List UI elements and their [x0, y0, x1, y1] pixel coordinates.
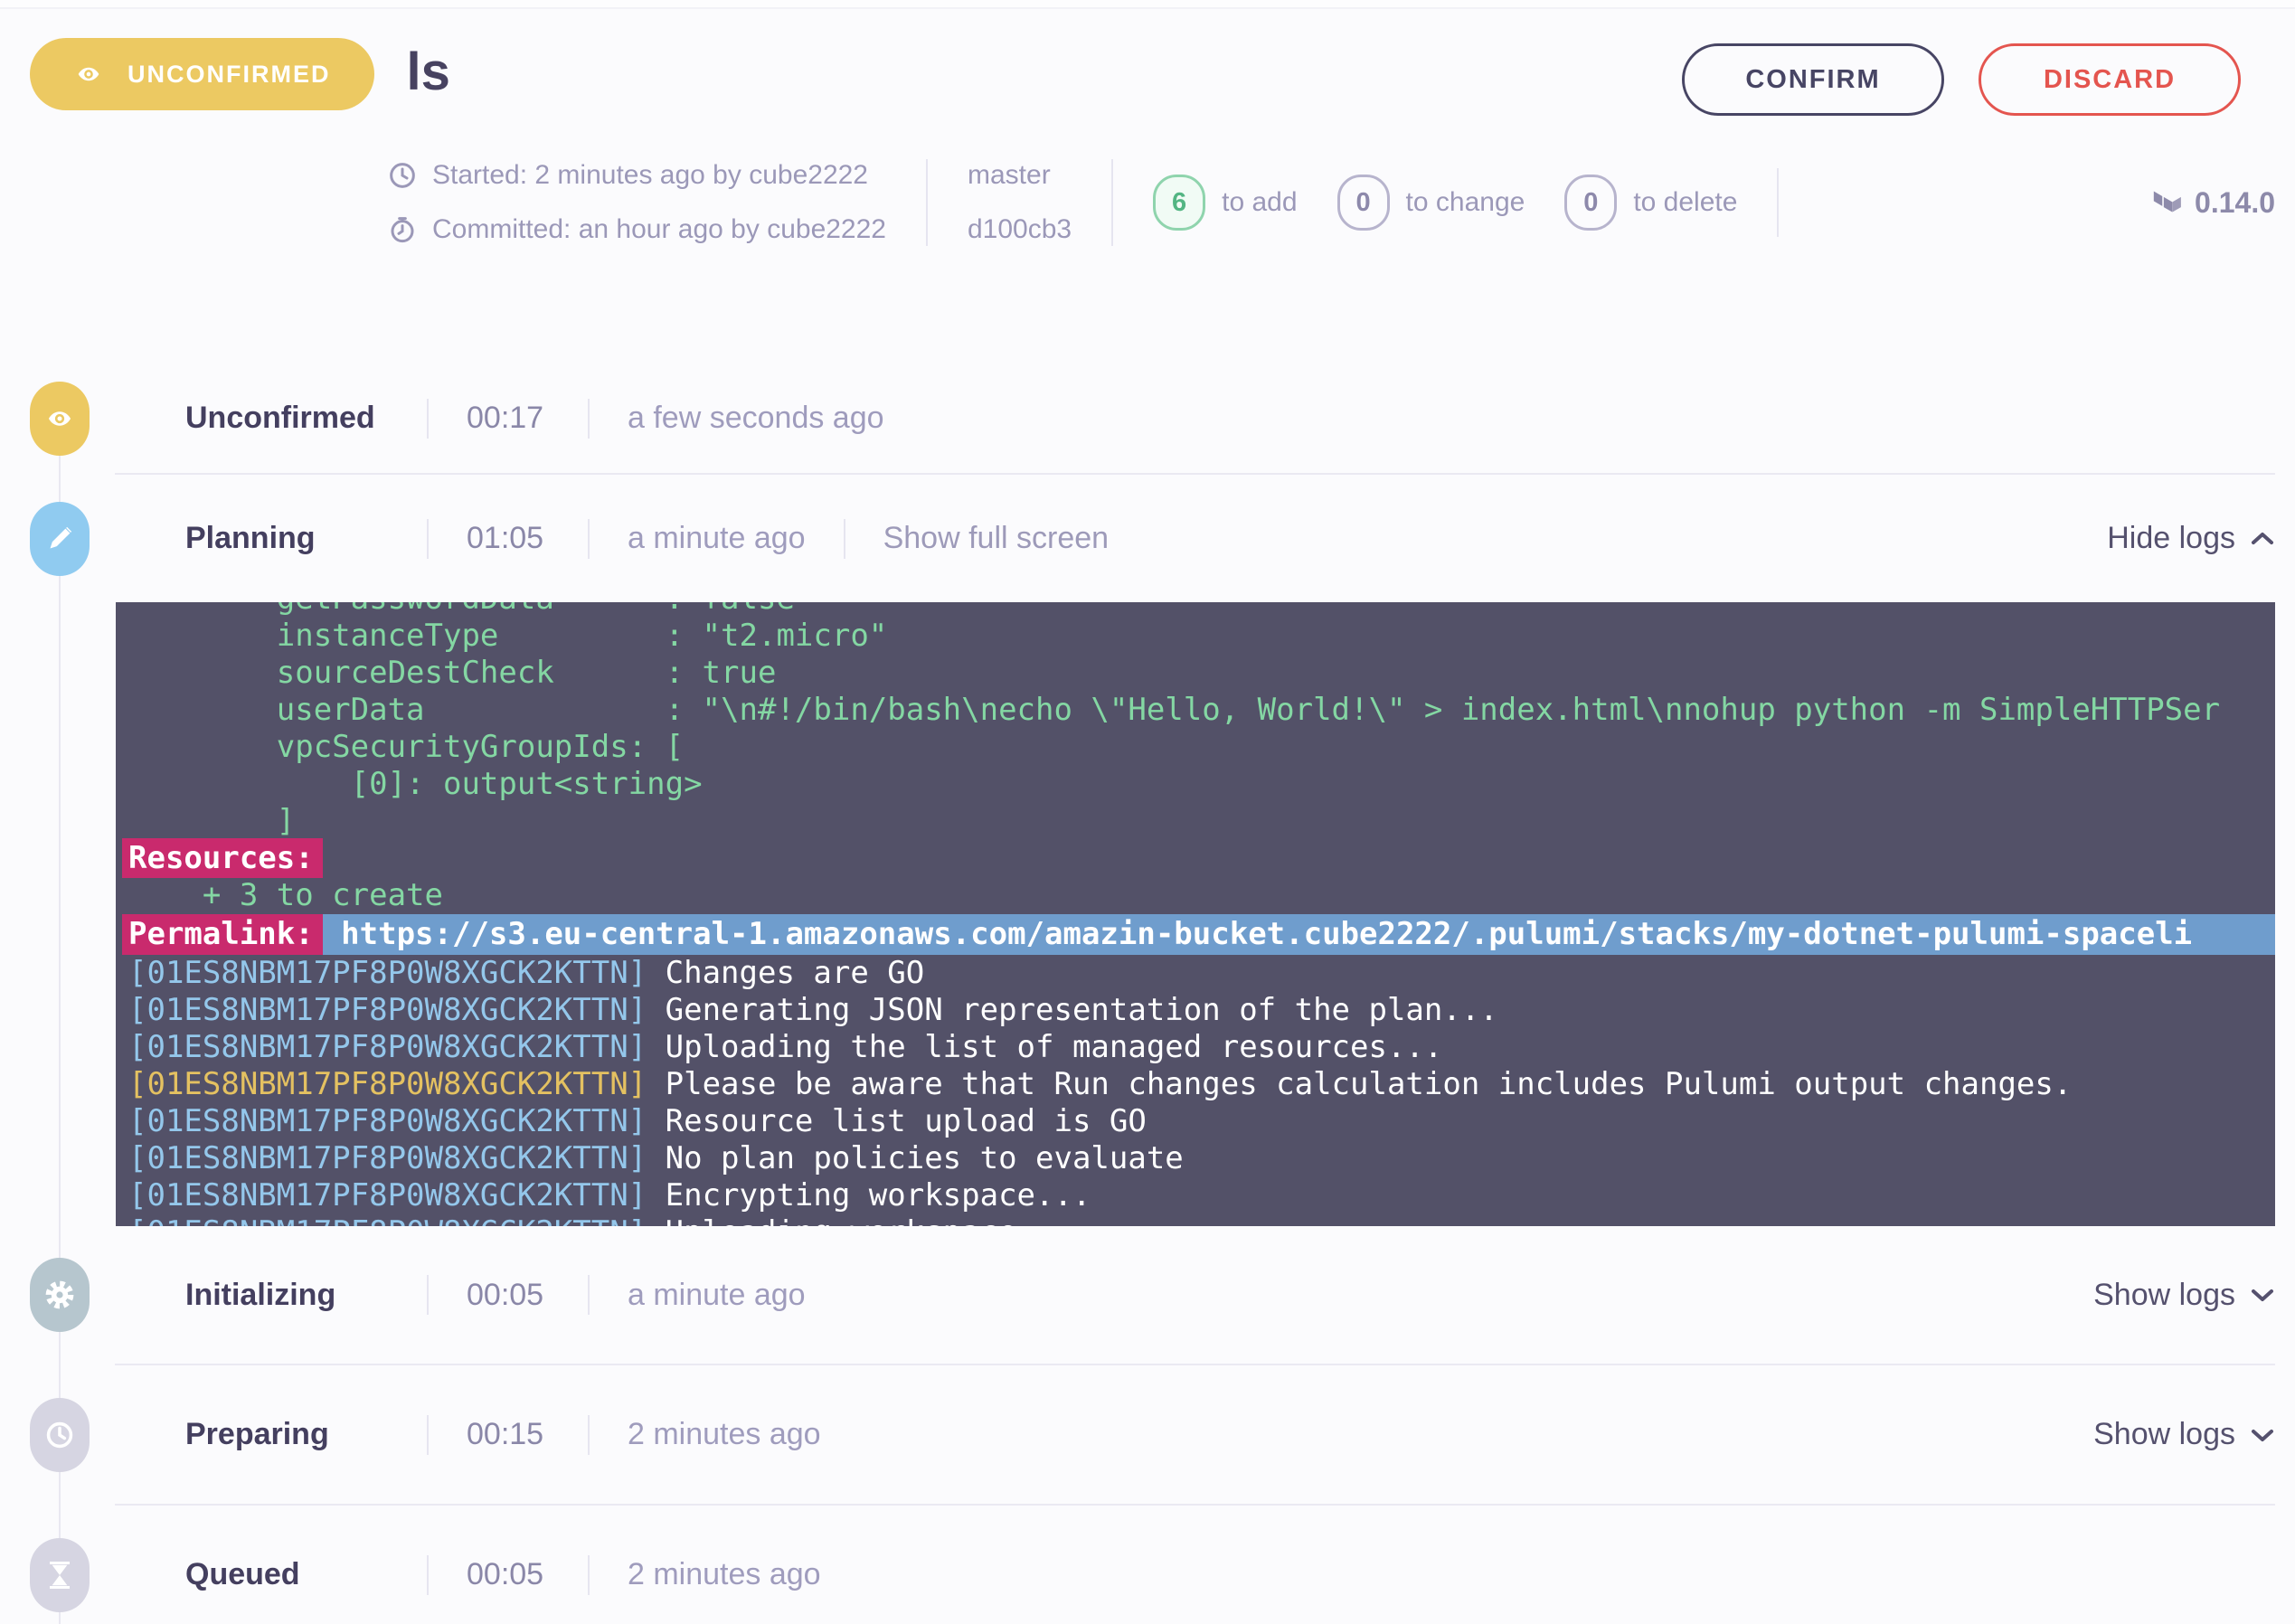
delete-count-badge: 0: [1564, 175, 1617, 231]
stage-timestamp: a minute ago: [628, 1278, 806, 1313]
clock-icon: [389, 162, 416, 189]
eye-icon: [73, 61, 104, 88]
status-badge: UNCONFIRMED: [30, 38, 374, 110]
stage-duration: 01:05: [467, 521, 550, 556]
started-line: Started: 2 minutes ago by cube2222: [389, 160, 886, 191]
stopwatch-icon: [389, 216, 416, 243]
change-count-badge: 0: [1337, 175, 1390, 231]
changes-to-add: 6 to add: [1153, 175, 1297, 231]
header-actions: CONFIRM DISCARD: [1682, 43, 2241, 116]
divider: [588, 1275, 590, 1315]
stage-row-preparing: Preparing 00:15 2 minutes ago Show logs: [0, 1365, 2295, 1504]
change-count-label: to change: [1406, 187, 1525, 218]
gear-stage-icon: [30, 1258, 90, 1332]
commit-sha: d100cb3: [968, 214, 1072, 245]
hide-logs-link[interactable]: Hide logs: [2107, 521, 2275, 556]
stage-duration: 00:17: [467, 401, 550, 436]
changes-to-change: 0 to change: [1337, 175, 1525, 231]
stage-duration: 00:15: [467, 1417, 550, 1452]
divider: [1111, 159, 1113, 246]
stage-row-planning: Planning 01:05 a minute ago Show full sc…: [0, 475, 2295, 602]
divider: [427, 1275, 429, 1315]
add-count-badge: 6: [1153, 175, 1205, 231]
committed-line: Committed: an hour ago by cube2222: [389, 214, 886, 245]
divider: [588, 1555, 590, 1595]
pencil-stage-icon: [30, 502, 90, 576]
confirm-button[interactable]: CONFIRM: [1682, 43, 1944, 116]
top-strip: [0, 0, 2295, 9]
terraform-version-number: 0.14.0: [2195, 186, 2275, 220]
branch-name: master: [968, 160, 1051, 191]
divider: [427, 1555, 429, 1595]
divider: [588, 399, 590, 439]
stage-timestamp: 2 minutes ago: [628, 1557, 821, 1592]
show-full-screen-link[interactable]: Show full screen: [883, 521, 1109, 556]
run-meta: Started: 2 minutes ago by cube2222 Commi…: [0, 116, 2295, 246]
show-logs-label: Show logs: [2093, 1278, 2235, 1313]
stage-row-queued: Queued 00:05 2 minutes ago: [0, 1506, 2295, 1624]
run-header: UNCONFIRMED ls CONFIRM DISCARD: [0, 9, 2295, 116]
stage-timestamp: a few seconds ago: [628, 401, 884, 436]
stage-duration: 00:05: [467, 1278, 550, 1313]
chevron-up-icon: [2250, 531, 2275, 547]
show-logs-link-initializing[interactable]: Show logs: [2093, 1278, 2275, 1313]
git-info: master d100cb3: [968, 160, 1072, 245]
stage-duration: 00:05: [467, 1557, 550, 1592]
started-text: Started: 2 minutes ago by cube2222: [432, 160, 868, 191]
show-logs-link-preparing[interactable]: Show logs: [2093, 1417, 2275, 1452]
stage-name: Planning: [185, 521, 389, 556]
eye-stage-icon: [30, 382, 90, 456]
changes-to-delete: 0 to delete: [1564, 175, 1737, 231]
terraform-version: 0.14.0: [2153, 186, 2275, 220]
divider: [844, 519, 845, 559]
stage-timestamp: a minute ago: [628, 521, 806, 556]
add-count-label: to add: [1222, 187, 1297, 218]
committed-text: Committed: an hour ago by cube2222: [432, 214, 886, 245]
divider: [588, 1415, 590, 1455]
hide-logs-label: Hide logs: [2107, 521, 2235, 556]
page-title: ls: [407, 42, 450, 102]
delete-count-label: to delete: [1633, 187, 1737, 218]
stage-timestamp: 2 minutes ago: [628, 1417, 821, 1452]
hourglass-stage-icon: [30, 1538, 90, 1612]
stage-name: Unconfirmed: [185, 401, 389, 436]
divider: [1777, 168, 1779, 237]
divider: [427, 1415, 429, 1455]
show-logs-label: Show logs: [2093, 1417, 2235, 1452]
clock-stage-icon: [30, 1398, 90, 1472]
divider: [926, 159, 928, 246]
terminal-log[interactable]: getPasswordData : false instanceType : "…: [116, 602, 2275, 1226]
change-summary: 6 to add 0 to change 0 to delete: [1153, 175, 1737, 231]
stage-row-unconfirmed: Unconfirmed 00:17 a few seconds ago: [0, 364, 2295, 473]
terminal-log-content: getPasswordData : false instanceType : "…: [116, 602, 2275, 1226]
chevron-down-icon: [2250, 1287, 2275, 1303]
chevron-down-icon: [2250, 1427, 2275, 1443]
divider: [427, 399, 429, 439]
stage-name: Preparing: [185, 1417, 389, 1452]
run-timeline: Unconfirmed 00:17 a few seconds ago Plan…: [0, 364, 2295, 1624]
status-badge-label: UNCONFIRMED: [128, 61, 331, 89]
terraform-icon: [2153, 188, 2182, 217]
run-times: Started: 2 minutes ago by cube2222 Commi…: [389, 160, 886, 245]
divider: [427, 519, 429, 559]
divider: [588, 519, 590, 559]
stage-name: Initializing: [185, 1278, 389, 1313]
stage-row-initializing: Initializing 00:05 a minute ago Show log…: [0, 1226, 2295, 1364]
stage-name: Queued: [185, 1557, 389, 1592]
discard-button[interactable]: DISCARD: [1979, 43, 2241, 116]
